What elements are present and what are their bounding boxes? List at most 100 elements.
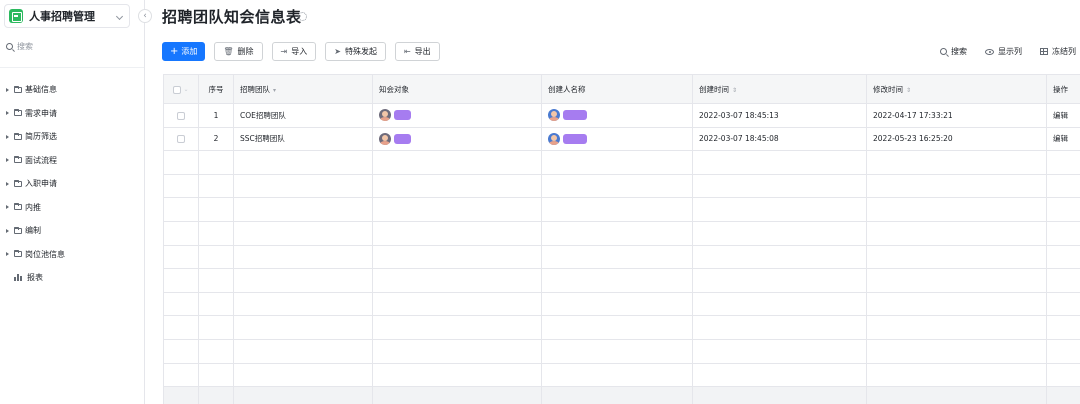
sidebar-search-placeholder: 搜索 xyxy=(17,42,33,51)
sidebar-item-position-pool[interactable]: 岗位池信息 xyxy=(0,243,144,267)
freeze-columns-label: 冻结列 xyxy=(1052,47,1076,56)
cell-created: 2022-03-07 18:45:08 xyxy=(692,126,867,152)
sidebar-item-interview-process[interactable]: 面试流程 xyxy=(0,149,144,173)
folder-icon xyxy=(14,179,22,187)
gear-icon[interactable] xyxy=(298,12,307,21)
special-initiate-button-label: 特殊发起 xyxy=(344,47,377,56)
column-header-label: 知会对象 xyxy=(379,84,409,94)
add-button[interactable]: + 添加 xyxy=(162,42,206,61)
redacted-name xyxy=(394,133,411,144)
sidebar-item-onboarding[interactable]: 入职申请 xyxy=(0,172,144,196)
delete-button-label: 删除 xyxy=(237,47,254,56)
filter-caret-icon: ▾ xyxy=(273,86,277,94)
export-button-label: 导出 xyxy=(414,47,431,56)
row-checkbox[interactable] xyxy=(163,103,199,128)
column-header-modified[interactable]: 修改时间 ⇕ xyxy=(866,74,1047,104)
avatar xyxy=(379,132,391,145)
sidebar-item-label: 报表 xyxy=(27,273,43,283)
table-header-row: ⌄ 序号 招聘团队 ▾ 知会对象 创建人名称 创建时间 ⇕ 修改时间 ⇕ 操作 xyxy=(163,74,1080,104)
column-header-created[interactable]: 创建时间 ⇕ xyxy=(692,74,867,104)
sidebar-search[interactable]: 搜索 xyxy=(6,41,33,52)
empty-row xyxy=(163,197,1080,222)
column-header-creator[interactable]: 创建人名称 xyxy=(541,74,693,104)
send-icon: ➤ xyxy=(334,47,341,56)
sort-icon[interactable]: ⇕ xyxy=(732,87,737,94)
column-header-label: 序号 xyxy=(208,84,224,94)
empty-row xyxy=(163,291,1080,317)
sidebar-item-requests[interactable]: 需求申请 xyxy=(0,102,144,126)
sort-icon[interactable]: ⇕ xyxy=(906,87,911,94)
edit-link[interactable]: 编辑 xyxy=(1046,103,1080,128)
trash-icon: 🗑 xyxy=(223,47,234,56)
freeze-columns-button[interactable]: 冻结列 xyxy=(1040,46,1076,57)
sidebar-item-headcount[interactable]: 编制 xyxy=(0,219,144,243)
grid-icon xyxy=(1040,48,1048,55)
special-initiate-button[interactable]: ➤ 特殊发起 xyxy=(325,42,386,61)
caret-right-icon xyxy=(6,134,9,139)
sidebar-item-label: 入职申请 xyxy=(25,179,57,189)
empty-row xyxy=(163,338,1080,364)
folder-icon xyxy=(14,85,22,93)
folder-icon xyxy=(14,226,22,234)
column-header-label: 创建时间 xyxy=(699,84,729,94)
select-all-checkbox[interactable]: ⌄ xyxy=(163,74,199,104)
sidebar-item-label: 面试流程 xyxy=(25,155,57,165)
search-button-label: 搜索 xyxy=(951,47,967,56)
redacted-name xyxy=(394,110,411,121)
empty-row xyxy=(163,362,1080,388)
column-header-notify[interactable]: 知会对象 xyxy=(372,74,542,104)
row-checkbox[interactable] xyxy=(163,126,199,152)
cell-modified: 2022-04-17 17:33:21 xyxy=(866,103,1047,128)
empty-row xyxy=(163,244,1080,270)
sidebar-item-basic-info[interactable]: 基础信息 xyxy=(0,78,144,102)
caret-right-icon xyxy=(6,205,9,210)
sidebar-item-label: 编制 xyxy=(25,226,41,236)
column-header-index: 序号 xyxy=(198,74,234,104)
cell-team: SSC招聘团队 xyxy=(233,126,373,152)
app-switcher[interactable]: 人事招聘管理 xyxy=(4,4,130,28)
redacted-name xyxy=(563,133,587,144)
cell-modified: 2022-05-23 16:25:20 xyxy=(866,126,1047,152)
edit-link[interactable]: 编辑 xyxy=(1046,126,1080,152)
sidebar-item-reports[interactable]: 报表 xyxy=(0,266,144,290)
column-header-team[interactable]: 招聘团队 ▾ xyxy=(233,74,373,104)
show-columns-button[interactable]: 显示列 xyxy=(985,46,1022,57)
caret-right-icon xyxy=(6,111,9,116)
empty-row xyxy=(163,386,1080,404)
add-button-label: 添加 xyxy=(181,47,198,56)
empty-row xyxy=(163,150,1080,175)
sidebar-divider xyxy=(0,67,144,68)
cell-creator xyxy=(541,126,693,152)
folder-icon xyxy=(14,132,22,140)
caret-right-icon xyxy=(6,87,9,92)
sidebar-nav: 基础信息 需求申请 简历筛选 面试流程 入职申请 内推 编制 岗位池信息 报表 xyxy=(0,78,144,290)
checkbox-icon xyxy=(173,85,182,94)
cell-notify xyxy=(372,103,542,128)
data-table: ⌄ 序号 招聘团队 ▾ 知会对象 创建人名称 创建时间 ⇕ 修改时间 ⇕ 操作 1 C… xyxy=(163,74,1080,404)
sidebar-item-referral[interactable]: 内推 xyxy=(0,196,144,220)
empty-row xyxy=(163,315,1080,340)
column-header-label: 创建人名称 xyxy=(548,84,586,94)
import-button[interactable]: ⇥ 导入 xyxy=(271,42,317,61)
cell-team: COE招聘团队 xyxy=(233,103,373,128)
cell-index: 1 xyxy=(198,103,234,128)
app-name: 人事招聘管理 xyxy=(29,10,95,23)
table-row[interactable]: 1 COE招聘团队 2022-03-07 18:45:13 2022-04-17… xyxy=(163,103,1080,128)
table-row[interactable]: 2 SSC招聘团队 2022-03-07 18:45:08 2022-05-23… xyxy=(163,126,1080,152)
bar-chart-icon xyxy=(14,274,23,282)
avatar xyxy=(548,132,560,145)
sidebar-item-resume-screening[interactable]: 简历筛选 xyxy=(0,125,144,149)
search-button[interactable]: 搜索 xyxy=(940,46,967,57)
chevron-down-icon xyxy=(115,12,124,21)
caret-right-icon xyxy=(6,252,9,257)
folder-icon xyxy=(14,109,22,117)
app-logo-icon xyxy=(9,9,23,23)
empty-row xyxy=(163,173,1080,199)
export-button[interactable]: ⇤ 导出 xyxy=(394,42,440,61)
sidebar: 人事招聘管理 搜索 基础信息 需求申请 简历筛选 面试流程 入职申请 内推 编制… xyxy=(0,0,145,404)
delete-button[interactable]: 🗑 删除 xyxy=(214,42,263,61)
collapse-sidebar-button[interactable]: ‹ xyxy=(138,9,152,23)
sidebar-item-label: 岗位池信息 xyxy=(25,249,65,259)
caret-right-icon xyxy=(6,158,9,163)
toolbar: + 添加 🗑 删除 ⇥ 导入 ➤ 特殊发起 ⇤ 导出 xyxy=(162,42,440,61)
